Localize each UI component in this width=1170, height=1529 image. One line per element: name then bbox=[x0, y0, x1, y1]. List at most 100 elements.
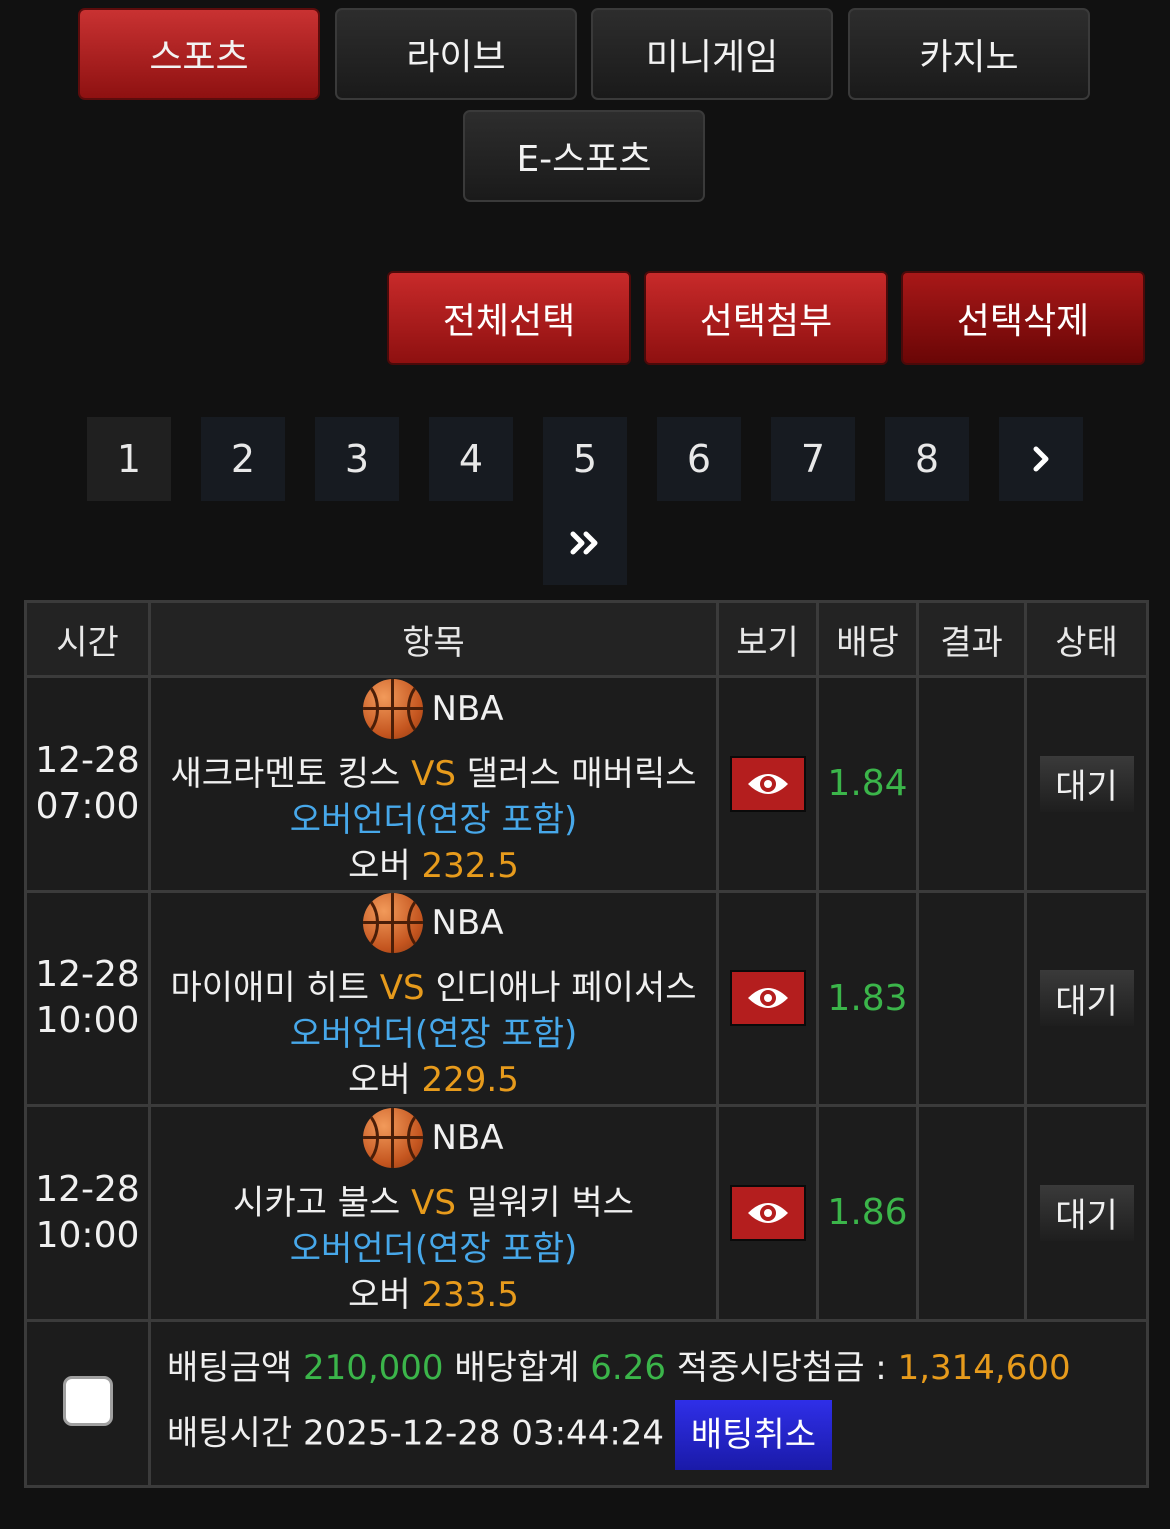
bet-history-table: 시간 항목 보기 배당 결과 상태 12-28 07:00 NBA 새크라멘토 … bbox=[24, 600, 1149, 1489]
matchup: 마이애미 히트 VS 인디애나 페이서스 bbox=[151, 965, 716, 1011]
table-row: 12-28 07:00 NBA 새크라멘토 킹스 VS 댈러스 매버릭스 오버언… bbox=[24, 675, 1149, 893]
double-chevron-right-icon bbox=[570, 531, 598, 555]
view-cell bbox=[716, 1104, 819, 1322]
game-time: 07:00 bbox=[35, 785, 140, 827]
header-odds: 배당 bbox=[816, 600, 919, 678]
result-cell bbox=[916, 1104, 1027, 1322]
eye-icon bbox=[747, 1202, 788, 1223]
page-2[interactable]: 2 bbox=[201, 417, 285, 501]
odds-value: 1.86 bbox=[827, 1192, 908, 1234]
pick-line: 오버 233.5 bbox=[151, 1272, 716, 1318]
result-cell bbox=[916, 675, 1027, 893]
tab-esports[interactable]: E-스포츠 bbox=[463, 110, 705, 202]
vs-label: VS bbox=[411, 1182, 456, 1223]
pick-label: 오버 bbox=[348, 1060, 411, 1101]
summary-amounts: 배팅금액 210,000 배당합계 6.26 적중시당첨금 : 1,314,60… bbox=[167, 1336, 1146, 1400]
home-team: 마이애미 히트 bbox=[170, 968, 369, 1009]
pick-label: 오버 bbox=[348, 845, 411, 886]
bet-time-label: 배팅시간 bbox=[167, 1413, 293, 1454]
league-name: NBA bbox=[431, 688, 504, 729]
eye-icon bbox=[747, 988, 788, 1009]
game-time: 10:00 bbox=[35, 1000, 140, 1042]
select-checkbox[interactable] bbox=[62, 1376, 113, 1427]
view-cell bbox=[716, 675, 819, 893]
league-label: NBA bbox=[363, 1107, 504, 1168]
basketball-icon bbox=[363, 678, 424, 739]
time-cell: 12-28 07:00 bbox=[24, 675, 151, 893]
item-cell: NBA 새크라멘토 킹스 VS 댈러스 매버릭스 오버언더(연장 포함) 오버 … bbox=[148, 675, 719, 893]
page-5[interactable]: 5 bbox=[543, 417, 627, 501]
vs-label: VS bbox=[411, 753, 456, 794]
odds-total-label: 배당합계 bbox=[454, 1348, 580, 1389]
market-name: 오버언더(연장 포함) bbox=[289, 1014, 578, 1055]
result-cell bbox=[916, 889, 1027, 1108]
odds-cell: 1.83 bbox=[816, 889, 919, 1108]
game-date: 12-28 bbox=[35, 954, 140, 996]
vs-label: VS bbox=[379, 968, 425, 1009]
bet-time-value: 2025-12-28 03:44:24 bbox=[302, 1413, 665, 1454]
league-name: NBA bbox=[431, 903, 504, 944]
time-cell: 12-28 10:00 bbox=[24, 1104, 151, 1322]
game-date: 12-28 bbox=[35, 739, 140, 781]
summary-cell: 배팅금액 210,000 배당합계 6.26 적중시당첨금 : 1,314,60… bbox=[148, 1318, 1149, 1489]
tab-minigame[interactable]: 미니게임 bbox=[591, 8, 833, 100]
last-page-button[interactable] bbox=[543, 501, 627, 585]
status-cell: 대기 bbox=[1024, 1104, 1149, 1322]
header-result: 결과 bbox=[916, 600, 1027, 678]
summary-row: 배팅금액 210,000 배당합계 6.26 적중시당첨금 : 1,314,60… bbox=[24, 1318, 1149, 1489]
cancel-bet-button[interactable]: 배팅취소 bbox=[674, 1400, 832, 1471]
matchup: 새크라멘토 킹스 VS 댈러스 매버릭스 bbox=[151, 751, 716, 797]
table-row: 12-28 10:00 NBA 시카고 불스 VS 밀워키 벅스 오버언더(연장… bbox=[24, 1104, 1149, 1322]
payout-value: 1,314,600 bbox=[897, 1348, 1071, 1389]
item-cell: NBA 마이애미 히트 VS 인디애나 페이서스 오버언더(연장 포함) 오버 … bbox=[148, 889, 719, 1108]
header-status: 상태 bbox=[1024, 600, 1149, 678]
away-team: 인디애나 페이서스 bbox=[435, 968, 697, 1009]
line-value: 229.5 bbox=[421, 1060, 519, 1101]
odds-total-value: 6.26 bbox=[590, 1348, 666, 1389]
chevron-right-icon bbox=[1033, 446, 1049, 472]
odds-cell: 1.86 bbox=[816, 1104, 919, 1322]
matchup: 시카고 불스 VS 밀워키 벅스 bbox=[151, 1180, 716, 1226]
page-8[interactable]: 8 bbox=[885, 417, 969, 501]
page-6[interactable]: 6 bbox=[657, 417, 741, 501]
page-4[interactable]: 4 bbox=[429, 417, 513, 501]
header-item: 항목 bbox=[148, 600, 719, 678]
select-all-button[interactable]: 전체선택 bbox=[387, 271, 631, 365]
payout-label: 적중시당첨금 : bbox=[676, 1348, 887, 1389]
status-cell: 대기 bbox=[1024, 889, 1149, 1108]
line-value: 233.5 bbox=[421, 1274, 519, 1315]
away-team: 밀워키 벅스 bbox=[466, 1182, 634, 1223]
pick-line: 오버 232.5 bbox=[151, 843, 716, 889]
bet-amount-value: 210,000 bbox=[302, 1348, 444, 1389]
delete-selected-button[interactable]: 선택삭제 bbox=[901, 271, 1145, 365]
view-button[interactable] bbox=[729, 1184, 806, 1241]
bet-amount-label: 배팅금액 bbox=[167, 1348, 293, 1389]
view-cell bbox=[716, 889, 819, 1108]
checkbox-cell bbox=[24, 1318, 151, 1489]
league-name: NBA bbox=[431, 1117, 504, 1158]
tab-casino[interactable]: 카지노 bbox=[848, 8, 1090, 100]
odds-cell: 1.84 bbox=[816, 675, 919, 893]
view-button[interactable] bbox=[729, 970, 806, 1027]
summary-time: 배팅시간 2025-12-28 03:44:24 배팅취소 bbox=[167, 1400, 1146, 1471]
basketball-icon bbox=[363, 893, 424, 954]
view-button[interactable] bbox=[729, 755, 806, 812]
market-name: 오버언더(연장 포함) bbox=[289, 1228, 578, 1269]
table-row: 12-28 10:00 NBA 마이애미 히트 VS 인디애나 페이서스 오버언… bbox=[24, 889, 1149, 1108]
status-badge: 대기 bbox=[1039, 1184, 1134, 1241]
market-name: 오버언더(연장 포함) bbox=[289, 799, 578, 840]
status-badge: 대기 bbox=[1039, 755, 1134, 812]
page-7[interactable]: 7 bbox=[771, 417, 855, 501]
game-date: 12-28 bbox=[35, 1168, 140, 1210]
page-1[interactable]: 1 bbox=[87, 417, 171, 501]
tab-live[interactable]: 라이브 bbox=[335, 8, 577, 100]
page-3[interactable]: 3 bbox=[315, 417, 399, 501]
tab-sports[interactable]: 스포츠 bbox=[78, 8, 320, 100]
attach-selected-button[interactable]: 선택첨부 bbox=[644, 271, 888, 365]
time-cell: 12-28 10:00 bbox=[24, 889, 151, 1108]
game-time: 10:00 bbox=[35, 1214, 140, 1256]
item-cell: NBA 시카고 불스 VS 밀워키 벅스 오버언더(연장 포함) 오버 233.… bbox=[148, 1104, 719, 1322]
header-view: 보기 bbox=[716, 600, 819, 678]
next-page-button[interactable] bbox=[999, 417, 1083, 501]
odds-value: 1.84 bbox=[827, 763, 908, 805]
